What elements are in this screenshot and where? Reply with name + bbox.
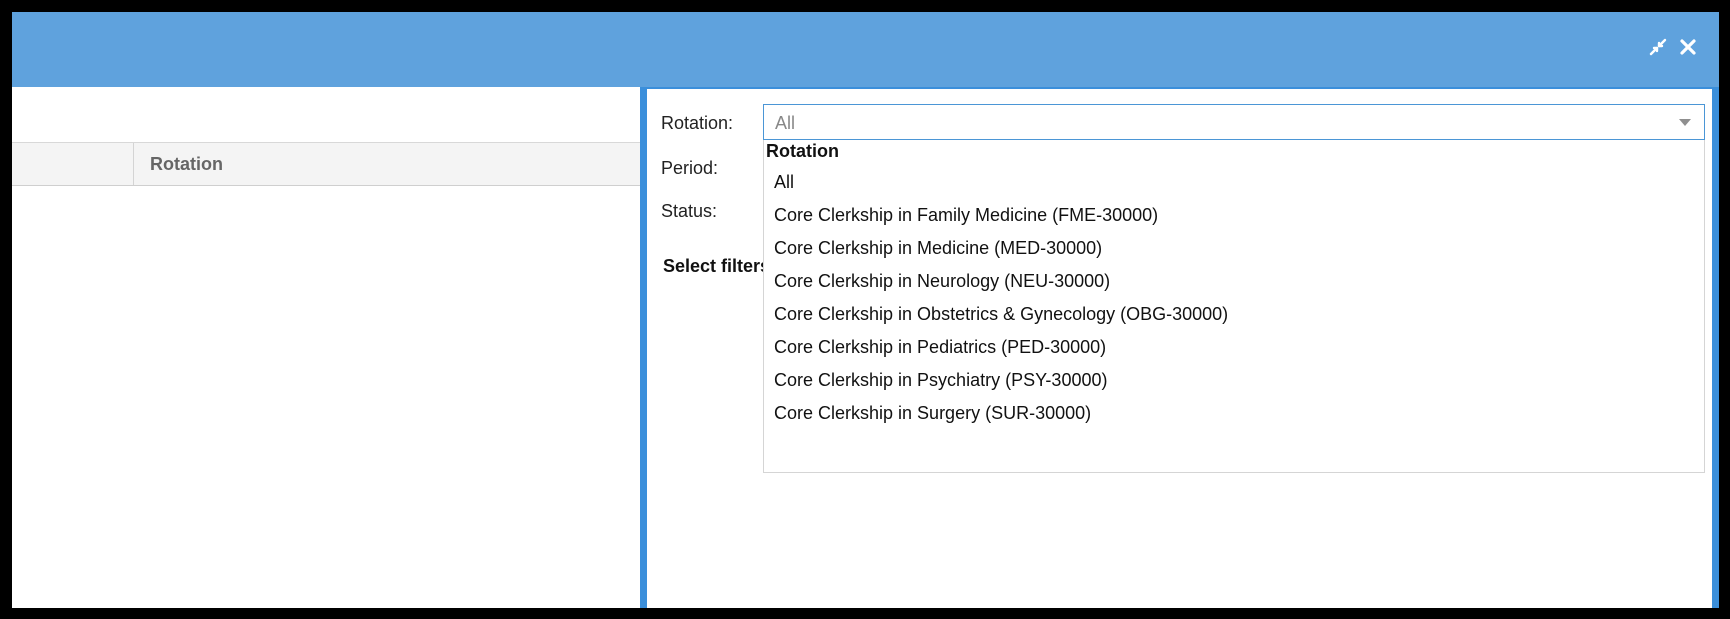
results-panel: Rotation [12,87,640,608]
close-icon[interactable] [1677,36,1699,58]
grid-column-header-blank[interactable] [12,143,134,185]
rotation-label: Rotation: [661,113,734,133]
grid-header: Rotation [12,142,640,186]
dropdown-option-obg[interactable]: Core Clerkship in Obstetrics & Gynecolog… [764,298,1704,331]
status-label: Status: [661,201,718,221]
rotation-dropdown: Rotation All Core Clerkship in Family Me… [763,140,1705,473]
rotation-select-value: All [775,113,796,133]
dropdown-group-header: Rotation [766,141,839,161]
dropdown-option-psy[interactable]: Core Clerkship in Psychiatry (PSY-30000) [764,364,1704,397]
rotation-select[interactable]: All [763,104,1705,140]
grid-column-header-rotation[interactable]: Rotation [134,143,640,185]
dropdown-option-sur[interactable]: Core Clerkship in Surgery (SUR-30000) [764,397,1704,430]
dropdown-option-ped[interactable]: Core Clerkship in Pediatrics (PED-30000) [764,331,1704,364]
window-controls [1647,36,1699,58]
dropdown-option-fme[interactable]: Core Clerkship in Family Medicine (FME-3… [764,199,1704,232]
filter-panel: Rotation: Period: Status: Select filters… [640,87,1719,608]
window-titlebar [12,12,1719,87]
modal-window: Rotation Rotation: Period: Status: Selec… [12,12,1719,608]
dropdown-options: All Core Clerkship in Family Medicine (F… [764,166,1704,430]
dropdown-option-neu[interactable]: Core Clerkship in Neurology (NEU-30000) [764,265,1704,298]
period-label: Period: [661,158,719,178]
select-filters-text: Select filters [663,256,771,276]
collapse-arrows-icon[interactable] [1647,36,1669,58]
dropdown-option-all[interactable]: All [764,166,1704,199]
dropdown-option-med[interactable]: Core Clerkship in Medicine (MED-30000) [764,232,1704,265]
chevron-down-icon[interactable] [1679,119,1691,126]
